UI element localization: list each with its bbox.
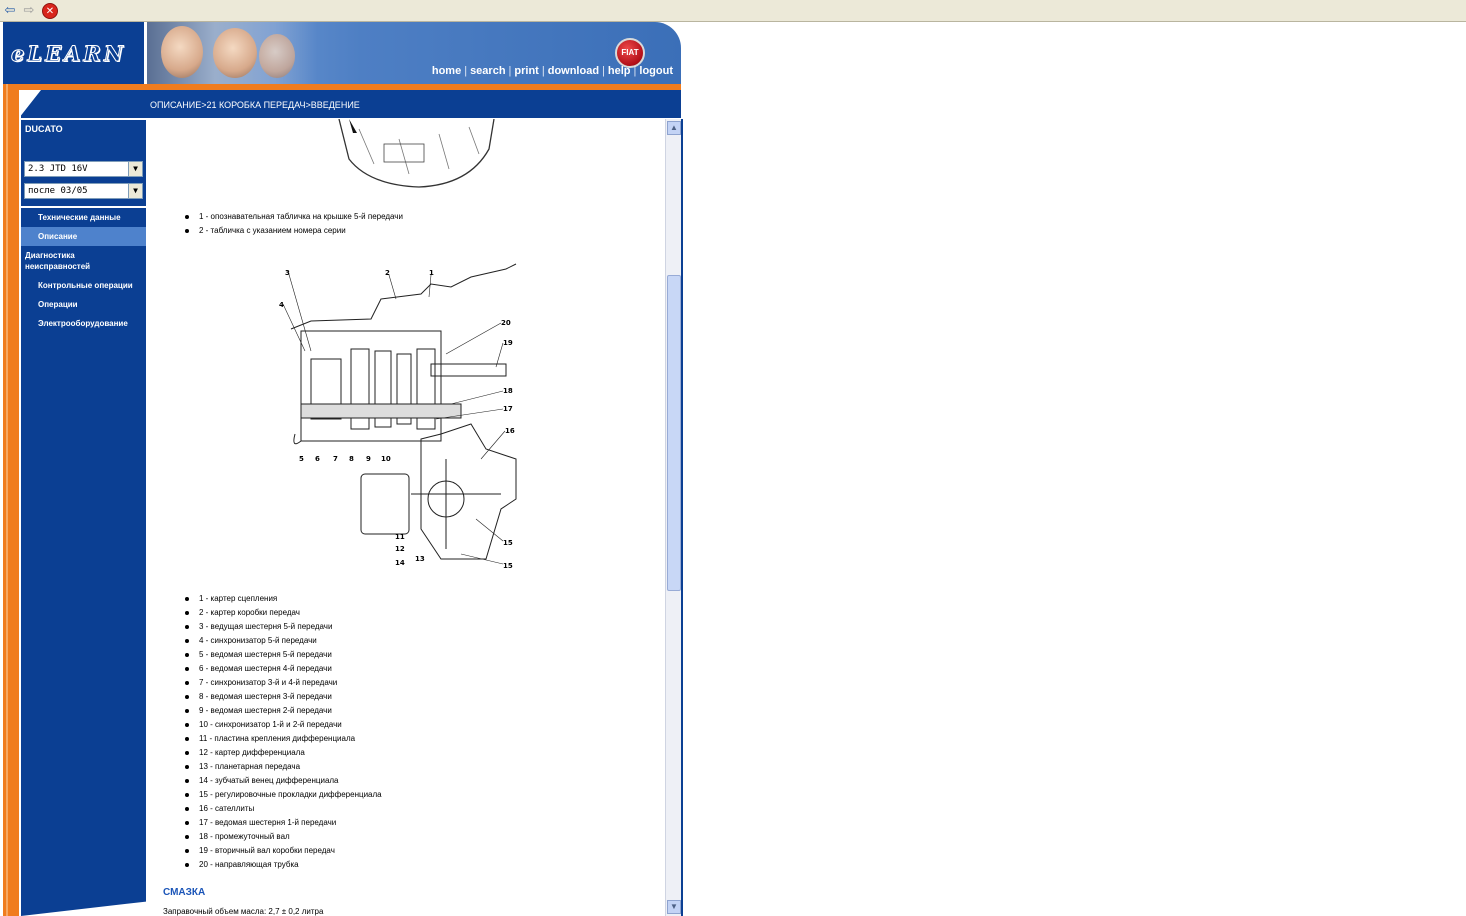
section-text: Заправочный объем масла: 2,7 ± 0,2 литра	[163, 907, 324, 916]
list-item: 15 - регулировочные прокладки дифференци…	[183, 788, 382, 802]
list-item: 12 - картер дифференциала	[183, 746, 382, 760]
callout-label: 11	[395, 533, 405, 541]
callout-label: 4	[279, 301, 284, 309]
breadcrumb: ОПИСАНИЕ>21 КОРОБКА ПЕРЕДАЧ>ВВЕДЕНИЕ	[150, 100, 360, 110]
plate-list: 1 - опознавательная табличка на крышке 5…	[183, 210, 403, 238]
sidebar-footer	[21, 892, 146, 916]
engine-select[interactable]: 2.3 JTD 16V ▼	[24, 161, 143, 177]
logo-box: eLEARN	[3, 22, 147, 84]
gearbox-section-diagram: 3 2 1 4 20 19 18 17 16 5 6 7 8 9 10 11 1…	[279, 263, 517, 570]
sidebar-item-description[interactable]: Описание	[21, 227, 146, 246]
list-item: 1 - картер сцепления	[183, 592, 382, 606]
list-item: 16 - сателлиты	[183, 802, 382, 816]
date-select-value: после 03/05	[28, 186, 88, 196]
list-item: 13 - планетарная передача	[183, 760, 382, 774]
callout-label: 9	[366, 455, 371, 463]
callout-label: 2	[385, 269, 390, 277]
content-right-border	[681, 119, 683, 916]
list-item: 14 - зубчатый венец дифференциала	[183, 774, 382, 788]
callout-label: 8	[349, 455, 354, 463]
content-area: 1 - опознавательная табличка на крышке 5…	[149, 119, 665, 916]
callout-label: 18	[503, 387, 513, 395]
list-item: 11 - пластина крепления дифференциала	[183, 732, 382, 746]
list-item: 2 - картер коробки передач	[183, 606, 382, 620]
gearbox-housing-image	[338, 119, 495, 188]
list-item: 7 - синхронизатор 3-й и 4-й передачи	[183, 676, 382, 690]
sidebar-item-tech-data[interactable]: Технические данные	[21, 208, 146, 227]
nav-logout-link[interactable]: logout	[639, 65, 673, 77]
vehicle-model: DUCATO	[25, 124, 63, 134]
sidebar: DUCATO 2.3 JTD 16V ▼ после 03/05 ▼ Техни…	[21, 118, 146, 892]
callout-label: 6	[315, 455, 320, 463]
list-item: 17 - ведомая шестерня 1-й передачи	[183, 816, 382, 830]
dropdown-arrow-icon[interactable]: ▼	[128, 184, 142, 198]
callout-label: 20	[501, 319, 511, 327]
list-item: 2 - табличка с указанием номера серии	[183, 224, 403, 238]
banner-photo	[147, 22, 317, 84]
callout-label: 15	[503, 539, 513, 547]
callout-label: 7	[333, 455, 338, 463]
nav-home-link[interactable]: home	[432, 65, 461, 77]
elearn-logo: eLEARN	[10, 41, 127, 67]
list-item: 19 - вторичный вал коробки передач	[183, 844, 382, 858]
list-item: 9 - ведомая шестерня 2-й передачи	[183, 704, 382, 718]
list-item: 6 - ведомая шестерня 4-й передачи	[183, 662, 382, 676]
callout-label: 16	[505, 427, 515, 435]
elearn-app: eLEARN FIAT home | search | print | download | h…	[3, 22, 683, 916]
list-item: 3 - ведущая шестерня 5-й передачи	[183, 620, 382, 634]
scroll-up-icon[interactable]: ▲	[667, 121, 681, 135]
callout-label: 17	[503, 405, 513, 413]
callout-label: 1	[429, 269, 434, 277]
legend-list: 1 - картер сцепления 2 - картер коробки …	[183, 592, 382, 872]
callout-label: 19	[503, 339, 513, 347]
callout-label: 13	[415, 555, 425, 563]
back-arrow-icon[interactable]: ⇦	[2, 3, 18, 19]
callout-label: 15	[503, 562, 513, 570]
list-item: 8 - ведомая шестерня 3-й передачи	[183, 690, 382, 704]
callout-label: 10	[381, 455, 391, 463]
list-item: 18 - промежуточный вал	[183, 830, 382, 844]
person-face-icon	[259, 34, 295, 78]
scroll-thumb[interactable]	[667, 275, 681, 591]
nav-search-link[interactable]: search	[470, 65, 505, 77]
nav-help-link[interactable]: help	[608, 65, 631, 77]
forward-arrow-icon[interactable]: ⇨	[21, 3, 37, 19]
list-item: 4 - синхронизатор 5-й передачи	[183, 634, 382, 648]
top-nav: home | search | print | download | help | logout	[431, 65, 673, 77]
nav-download-link[interactable]: download	[548, 65, 599, 77]
list-item: 20 - направляющая трубка	[183, 858, 382, 872]
dropdown-arrow-icon[interactable]: ▼	[128, 162, 142, 176]
fiat-logo-icon: FIAT	[615, 38, 645, 68]
callout-label: 12	[395, 545, 405, 553]
nav-print-link[interactable]: print	[514, 65, 538, 77]
sidebar-menu: Технические данные Описание Диагностика …	[21, 208, 146, 333]
date-select[interactable]: после 03/05 ▼	[24, 183, 143, 199]
sidebar-item-operations[interactable]: Операции	[21, 295, 146, 314]
engine-select-value: 2.3 JTD 16V	[28, 164, 88, 174]
stop-icon[interactable]: ✕	[42, 3, 58, 19]
sidebar-item-checks[interactable]: Контрольные операции	[21, 276, 146, 295]
header-banner: FIAT home | search | print | download | help | log…	[147, 22, 681, 84]
person-face-icon	[161, 26, 203, 78]
left-orange-strip	[3, 84, 19, 916]
scroll-down-icon[interactable]: ▼	[667, 900, 681, 914]
section-title: СМАЗКА	[163, 887, 206, 898]
sidebar-item-electrical[interactable]: Электрооборудование	[21, 314, 146, 333]
callout-label: 3	[285, 269, 290, 277]
person-face-icon	[213, 28, 257, 78]
callout-label: 14	[395, 559, 405, 567]
list-item: 1 - опознавательная табличка на крышке 5…	[183, 210, 403, 224]
callout-label: 5	[299, 455, 304, 463]
browser-toolbar: ⇦ ⇨ ✕	[0, 0, 1466, 22]
list-item: 10 - синхронизатор 1-й и 2-й передачи	[183, 718, 382, 732]
list-item: 5 - ведомая шестерня 5-й передачи	[183, 648, 382, 662]
content-scrollbar[interactable]: ▲ ▼	[665, 119, 681, 916]
sidebar-item-diagnostics[interactable]: Диагностика неисправностей	[21, 246, 146, 276]
